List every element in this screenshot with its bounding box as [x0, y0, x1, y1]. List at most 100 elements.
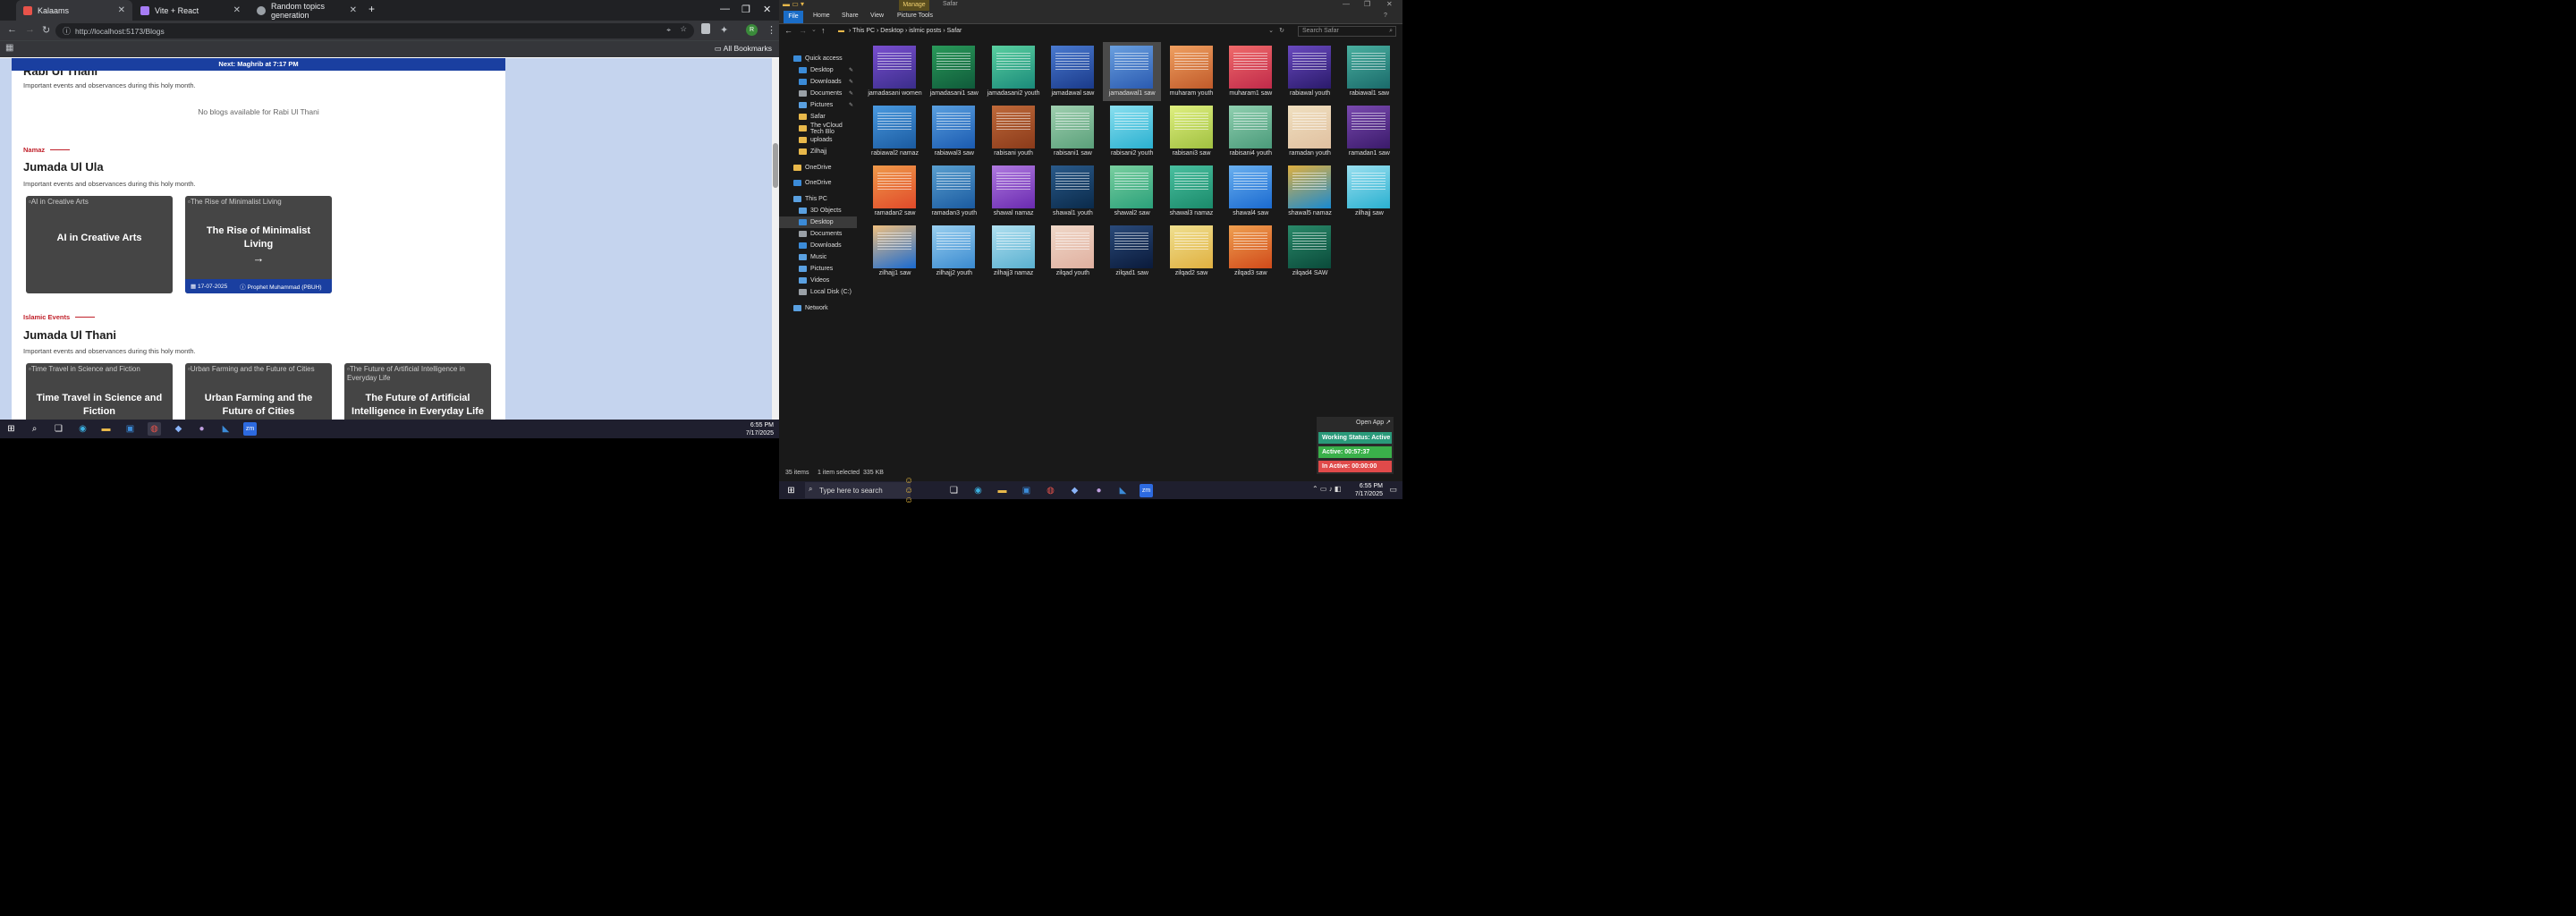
task-view-icon[interactable]: ❏ [947, 484, 961, 497]
bookmark-star-icon[interactable]: ☆ [680, 24, 687, 34]
nav-item[interactable]: Pictures ✎ [779, 99, 857, 111]
edge-icon[interactable]: ◉ [76, 422, 89, 436]
notification-icon[interactable]: ▭ [1389, 485, 1397, 495]
nav-item[interactable]: OneDrive [779, 177, 857, 189]
file-thumbnail[interactable]: zilhajj2 youth [925, 222, 983, 281]
chrome-icon[interactable]: ◍ [1044, 484, 1057, 497]
arrow-right-icon[interactable]: → [185, 251, 332, 265]
blog-card-ai-creative-arts[interactable]: ▫AI in Creative Arts AI in Creative Arts [26, 196, 173, 293]
new-tab-icon[interactable]: + [369, 3, 375, 15]
file-thumbnail[interactable]: jamadasani1 saw [925, 42, 983, 101]
profile-avatar[interactable]: R [746, 24, 758, 36]
file-thumbnail[interactable]: ramadan youth [1281, 102, 1339, 161]
zoom-icon[interactable]: zm [1140, 484, 1153, 497]
vscode-icon[interactable]: ◣ [219, 422, 233, 436]
nav-item[interactable]: Quick access [779, 53, 857, 64]
file-thumbnail[interactable]: shawal3 namaz [1163, 162, 1221, 221]
back-icon[interactable]: ← [7, 24, 17, 35]
emoji-widget-icon[interactable]: ☺☺☺ [904, 476, 918, 505]
github-icon[interactable]: ● [195, 422, 208, 436]
pin-icon[interactable]: ✎ [849, 67, 853, 73]
scrollbar-thumb[interactable] [773, 143, 778, 188]
file-thumbnail[interactable]: rabiawal2 namaz [866, 102, 924, 161]
nav-item[interactable]: Music [779, 251, 857, 263]
file-thumbnail[interactable]: rabiawal3 saw [925, 102, 983, 161]
extension-icon[interactable] [701, 23, 710, 34]
file-thumbnail[interactable]: shawal5 namaz [1281, 162, 1339, 221]
nav-item[interactable]: The vCloud Tech Blo [779, 123, 857, 135]
blog-card-future-ai[interactable]: ▫The Future of Artificial Intelligence i… [344, 363, 491, 420]
nav-item[interactable]: Desktop ✎ [779, 64, 857, 76]
nav-item[interactable]: Zilhajj [779, 146, 857, 157]
menu-dots-icon[interactable]: ⋮ [767, 24, 776, 36]
file-thumbnail[interactable]: rabiawal youth [1281, 42, 1339, 101]
taskbar-search-input[interactable]: ⌕ Type here to search [805, 482, 911, 498]
pin-icon[interactable]: ✎ [849, 90, 853, 97]
nav-item[interactable]: OneDrive [779, 162, 857, 174]
file-explorer-icon[interactable]: ▬ [99, 422, 113, 436]
breadcrumb-item[interactable]: This PC [852, 28, 875, 34]
app-icon[interactable]: ◆ [172, 422, 185, 436]
minimize-icon[interactable]: — [1343, 0, 1350, 8]
edge-icon[interactable]: ◉ [971, 484, 985, 497]
tray-icons[interactable]: ⌃ ▭ ♪ ◧ [1312, 485, 1342, 493]
file-thumbnail[interactable]: rabisani2 youth [1103, 102, 1161, 161]
file-thumbnail[interactable]: zilhajj3 namaz [985, 222, 1043, 281]
chrome-icon[interactable]: ◍ [148, 422, 161, 436]
restore-icon[interactable]: ❐ [741, 4, 750, 15]
breadcrumb-item[interactable]: Safar [947, 28, 962, 34]
tab-random-topics[interactable]: Random topics generation ✕ [250, 0, 364, 21]
recent-chevron-down-icon[interactable]: ⌄ [811, 26, 817, 33]
windows-start-icon[interactable]: ⊞ [4, 422, 18, 436]
file-thumbnail[interactable]: zilhajj saw [1340, 162, 1398, 221]
location-icon[interactable]: ⌖ [666, 25, 671, 35]
help-icon[interactable]: ? [1384, 13, 1387, 19]
ribbon-tab-file[interactable]: File [784, 11, 803, 23]
file-thumbnail[interactable]: zilqad4 SAW [1281, 222, 1339, 281]
close-tab-icon[interactable]: ✕ [118, 5, 125, 15]
right-clock[interactable]: 6:55 PM 7/17/2025 [1355, 482, 1383, 498]
store-icon[interactable]: ▣ [123, 422, 137, 436]
file-thumbnail[interactable]: shawal namaz [985, 162, 1043, 221]
nav-item[interactable]: Videos [779, 275, 857, 286]
file-thumbnail[interactable]: ramadan3 youth [925, 162, 983, 221]
windows-start-icon[interactable]: ⊞ [784, 484, 798, 497]
task-view-icon[interactable]: ❏ [52, 422, 65, 436]
nav-item[interactable]: 3D Objects [779, 205, 857, 216]
nav-item[interactable]: uploads [779, 134, 857, 146]
up-arrow-icon[interactable]: ↑ [821, 26, 826, 35]
all-bookmarks-button[interactable]: ▭ All Bookmarks [715, 44, 772, 54]
app-icon[interactable]: ◆ [1068, 484, 1081, 497]
search-icon[interactable]: ⌕ [28, 422, 41, 436]
zoom-icon[interactable]: zm [243, 422, 257, 436]
nav-item[interactable]: Network [779, 302, 857, 314]
left-clock[interactable]: 6:55 PM 7/17/2025 [746, 421, 774, 437]
file-thumbnail[interactable]: jamadasani women [866, 42, 924, 101]
pin-icon[interactable]: ✎ [849, 102, 853, 108]
close-window-icon[interactable]: ✕ [1386, 0, 1393, 8]
blog-card-minimalist-living[interactable]: ▫The Rise of Minimalist Living The Rise … [185, 196, 332, 293]
blog-card-time-travel[interactable]: ▫Time Travel in Science and Fiction Time… [26, 363, 173, 420]
file-explorer-icon[interactable]: ▬ [996, 484, 1009, 497]
close-tab-icon[interactable]: ✕ [350, 5, 357, 15]
breadcrumb-item[interactable]: islmic posts [909, 28, 941, 34]
manage-tab[interactable]: Manage [899, 0, 929, 11]
file-thumbnail[interactable]: rabisani4 youth [1222, 102, 1280, 161]
nav-item[interactable]: Pictures [779, 263, 857, 275]
file-thumbnail[interactable]: jamadawal saw [1044, 42, 1102, 101]
tab-vite-react[interactable]: Vite + React ✕ [133, 0, 248, 21]
file-thumbnail[interactable]: muharam1 saw [1222, 42, 1280, 101]
file-thumbnail[interactable]: zilqad1 saw [1103, 222, 1161, 281]
nav-item[interactable]: Local Disk (C:) [779, 286, 857, 298]
file-thumbnail[interactable]: zilhajj1 saw [866, 222, 924, 281]
github-icon[interactable]: ● [1092, 484, 1106, 497]
address-bar[interactable]: ⓘ http://localhost:5173/Blogs ⌖ ☆ [55, 23, 694, 38]
forward-icon[interactable]: → [799, 26, 807, 35]
open-app-button[interactable]: Open App ↗ [1356, 419, 1391, 426]
ribbon-tab-view[interactable]: View [870, 13, 884, 19]
nav-item[interactable]: Downloads [779, 240, 857, 251]
blog-card-urban-farming[interactable]: ▫Urban Farming and the Future of Cities … [185, 363, 332, 420]
page-scrollbar[interactable] [772, 58, 779, 420]
breadcrumb[interactable]: ▬ › This PC › Desktop › islmic posts › S… [836, 26, 1284, 37]
chevron-down-icon[interactable]: ⌄ [1268, 26, 1274, 37]
